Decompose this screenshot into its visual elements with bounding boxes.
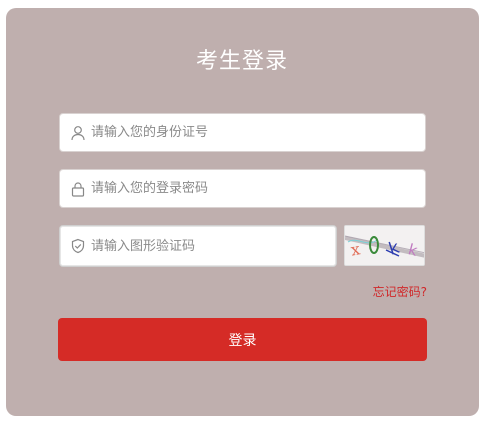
password-field[interactable] xyxy=(59,169,426,208)
captcha-field[interactable] xyxy=(59,225,337,267)
lock-icon xyxy=(71,181,85,197)
captcha-image[interactable]: x k k xyxy=(344,225,425,266)
password-input[interactable] xyxy=(91,170,425,207)
forgot-password-link[interactable]: 忘记密码? xyxy=(373,283,427,300)
id-number-input[interactable] xyxy=(91,114,425,151)
shield-icon xyxy=(71,238,85,254)
login-button[interactable]: 登录 xyxy=(58,318,427,361)
id-number-field[interactable] xyxy=(59,113,426,152)
page-title: 考生登录 xyxy=(195,49,288,74)
user-icon xyxy=(71,125,85,140)
captcha-graphic: x k k xyxy=(345,226,424,265)
captcha-input[interactable] xyxy=(91,226,336,266)
